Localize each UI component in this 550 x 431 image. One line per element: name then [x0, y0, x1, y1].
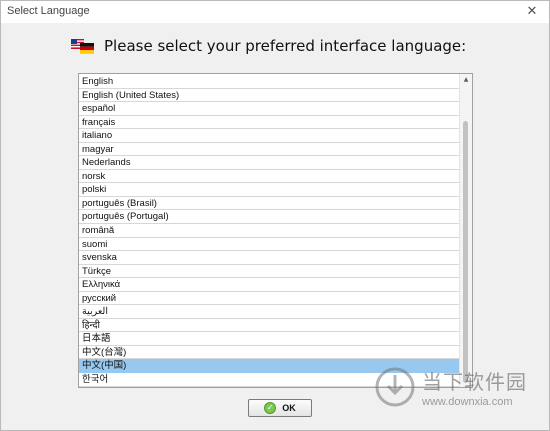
title-bar[interactable]: Select Language ✕	[1, 1, 549, 23]
flags-icon	[71, 37, 95, 55]
ok-button[interactable]: ✓ OK	[248, 399, 312, 417]
list-item[interactable]: العربية	[79, 305, 461, 319]
language-listbox[interactable]: English English (United States) español fra…	[78, 73, 473, 388]
ok-label: OK	[282, 403, 296, 413]
list-item[interactable]: Nederlands	[79, 156, 461, 170]
list-item[interactable]: norsk	[79, 170, 461, 184]
scroll-up-arrow-icon[interactable]: ▲	[460, 74, 472, 86]
list-item[interactable]: English (United States)	[79, 89, 461, 103]
close-button[interactable]: ✕	[515, 1, 549, 23]
select-language-dialog: Select Language ✕ Please select your pre…	[0, 0, 550, 431]
list-item[interactable]: français	[79, 116, 461, 130]
list-item[interactable]: português (Portugal)	[79, 210, 461, 225]
list-item[interactable]: Ελληνικά	[79, 278, 461, 292]
watermark-url: www.downxia.com	[422, 396, 513, 408]
list-item[interactable]: English	[79, 75, 461, 89]
list-item[interactable]: suomi	[79, 238, 461, 252]
list-item[interactable]: svenska	[79, 251, 461, 265]
watermark-name: 当下软件园	[422, 370, 527, 394]
list-item[interactable]: português (Brasil)	[79, 197, 461, 211]
list-item[interactable]: italiano	[79, 129, 461, 143]
list-item[interactable]: magyar	[79, 143, 461, 157]
window-title: Select Language	[7, 5, 90, 17]
language-list: English English (United States) español fra…	[79, 75, 461, 387]
list-item[interactable]: polski	[79, 183, 461, 197]
scroll-thumb[interactable]	[463, 121, 468, 383]
list-item[interactable]: română	[79, 224, 461, 238]
watermark-logo-icon	[375, 367, 415, 407]
header-text: Please select your preferred interface l…	[104, 37, 467, 55]
list-item[interactable]: हिन्दी	[79, 319, 461, 333]
check-icon: ✓	[264, 402, 277, 414]
list-item[interactable]: русский	[79, 292, 461, 306]
list-item[interactable]: español	[79, 102, 461, 116]
list-item[interactable]: 日本語	[79, 332, 461, 346]
dialog-header: Please select your preferred interface l…	[71, 35, 466, 57]
vertical-scrollbar[interactable]: ▲	[459, 74, 472, 387]
list-item[interactable]: 中文(台灣)	[79, 346, 461, 360]
list-item[interactable]: Türkçe	[79, 265, 461, 279]
watermark: 当下软件园 www.downxia.com	[374, 360, 539, 422]
